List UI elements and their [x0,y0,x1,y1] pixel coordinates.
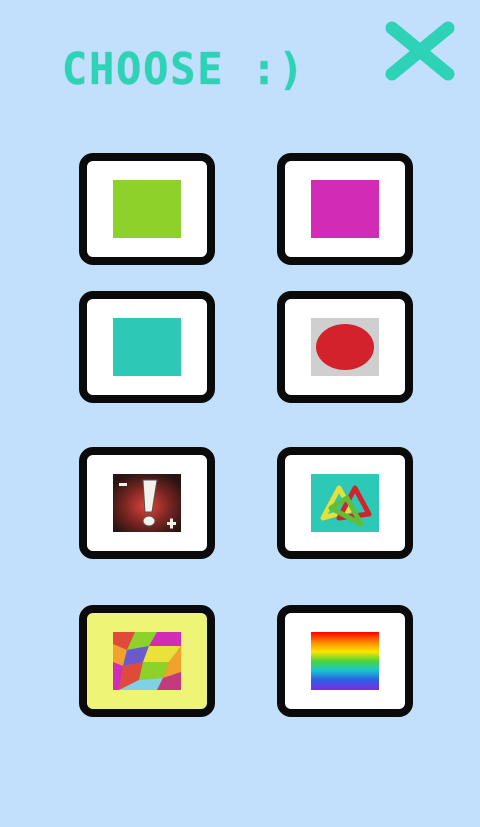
rainbow-swatch [311,632,379,690]
teal-swatch [113,318,181,376]
option-tile-exclamation[interactable] [79,447,215,559]
option-tile-magenta[interactable] [277,153,413,265]
red-circle-swatch [311,318,379,376]
page-title: CHOOSE :) [62,44,306,95]
option-tile-rainbow[interactable] [277,605,413,717]
option-tile-triangles[interactable] [277,447,413,559]
option-tile-mosaic[interactable] [79,605,215,717]
exclamation-swatch [113,474,181,532]
mosaic-swatch [113,632,181,690]
option-tile-teal[interactable] [79,291,215,403]
close-button[interactable] [380,18,460,84]
green-swatch [113,180,181,238]
triangles-swatch [311,474,379,532]
option-tile-red-circle[interactable] [277,291,413,403]
option-tile-green[interactable] [79,153,215,265]
close-x-icon [385,21,455,81]
magenta-swatch [311,180,379,238]
